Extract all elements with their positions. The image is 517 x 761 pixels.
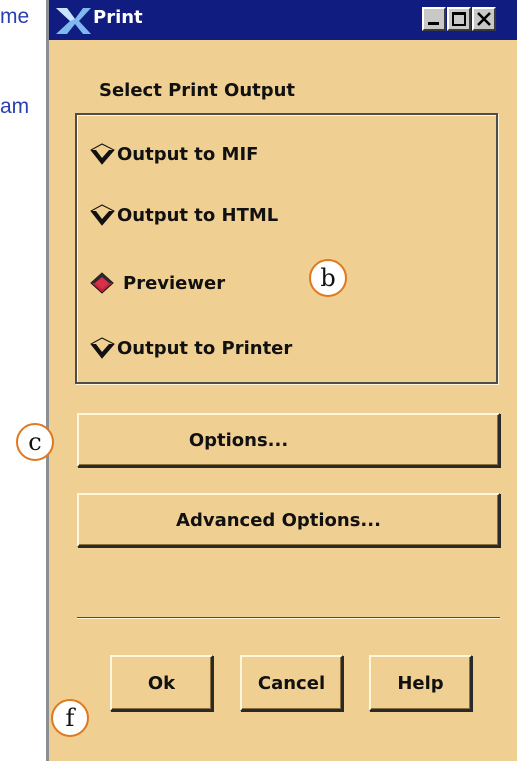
radio-label: Output to MIF — [117, 143, 259, 165]
callout-f: f — [51, 699, 89, 737]
cancel-button[interactable]: Cancel — [240, 655, 343, 711]
advanced-options-button[interactable]: Advanced Options... — [77, 493, 500, 547]
radio-output-to-printer[interactable]: Output to Printer — [89, 333, 292, 363]
options-button-label: Options... — [188, 429, 289, 451]
callout-b: b — [309, 259, 347, 297]
maximize-icon — [452, 12, 466, 26]
callout-c: c — [16, 423, 54, 461]
radio-indicator-icon — [89, 203, 117, 227]
background-slide-text: am — [0, 95, 30, 118]
ok-button[interactable]: Ok — [110, 655, 213, 711]
title-bar[interactable]: Print — [49, 0, 517, 40]
group-label: Select Print Output — [99, 80, 296, 101]
maximize-button[interactable] — [447, 7, 471, 31]
radio-indicator-icon — [89, 142, 117, 166]
window-title: Print — [93, 7, 143, 28]
minimize-button[interactable] — [422, 7, 446, 31]
x-logo-icon — [53, 6, 93, 36]
cancel-button-label: Cancel — [257, 672, 326, 694]
radio-output-to-html[interactable]: Output to HTML — [89, 200, 278, 230]
close-icon — [477, 12, 491, 26]
close-button[interactable] — [472, 7, 496, 31]
ok-button-label: Ok — [147, 672, 176, 694]
radio-selected-icon — [89, 271, 117, 295]
separator — [77, 617, 500, 619]
radio-label: Output to HTML — [117, 204, 279, 226]
help-button[interactable]: Help — [369, 655, 472, 711]
print-dialog: Print Select Print Output Output to MIF … — [46, 0, 517, 761]
radio-indicator-icon — [89, 336, 117, 360]
minimize-icon — [428, 22, 439, 25]
radio-label: Previewer — [123, 272, 226, 294]
radio-previewer[interactable]: Previewer — [89, 268, 225, 298]
help-button-label: Help — [397, 672, 444, 694]
radio-label: Output to Printer — [117, 337, 293, 359]
radio-output-to-mif[interactable]: Output to MIF — [89, 139, 258, 169]
options-button[interactable]: Options... — [77, 413, 500, 467]
advanced-options-button-label: Advanced Options... — [176, 509, 381, 531]
background-slide-text: me — [0, 5, 30, 28]
